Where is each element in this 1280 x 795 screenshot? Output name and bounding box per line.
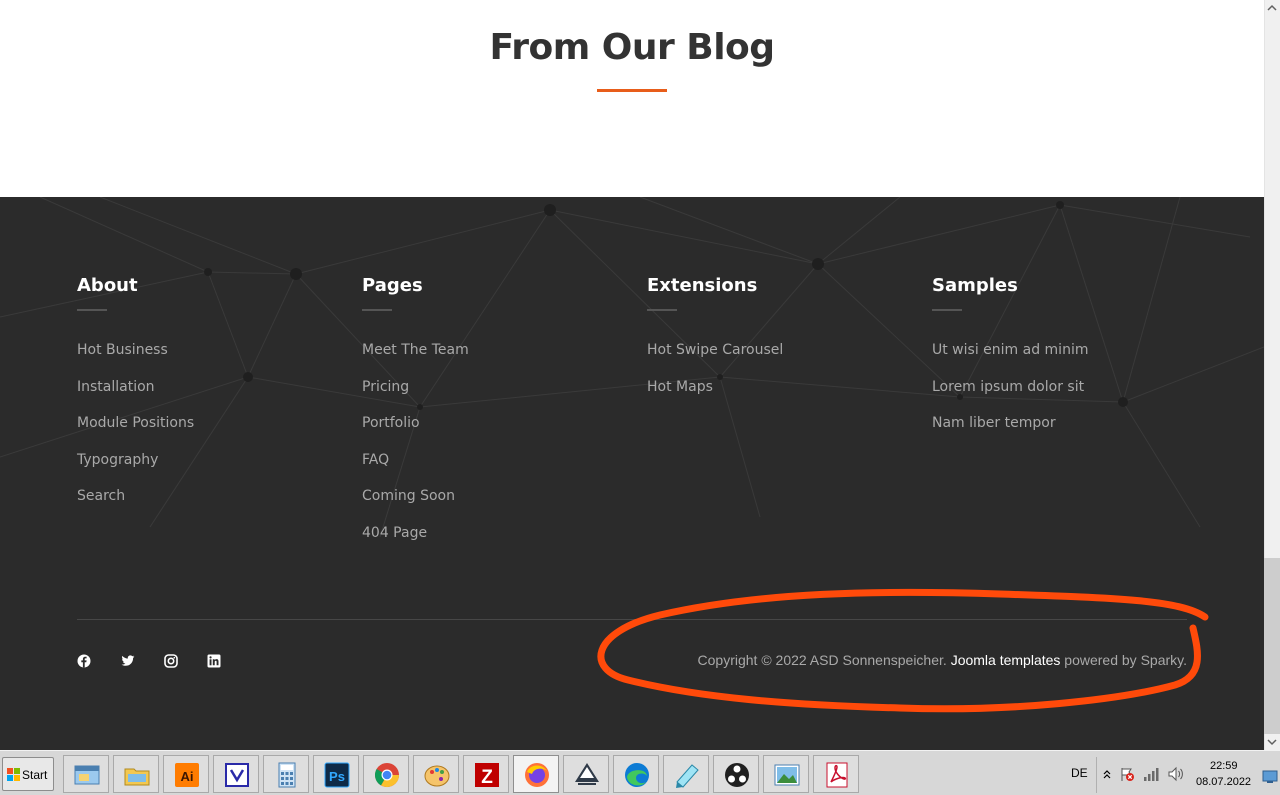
windows-logo-icon	[7, 768, 20, 781]
copyright-text: Copyright © 2022 ASD Sonnenspeicher. Joo…	[698, 652, 1187, 668]
column-title-bar	[77, 309, 107, 311]
site-footer: About Hot Business Installation Module P…	[0, 197, 1264, 750]
footer-column-samples: Samples Ut wisi enim ad minim Lorem ipsu…	[932, 275, 1192, 451]
clock-date[interactable]: 08.07.2022	[1196, 776, 1251, 788]
svg-text:Z: Z	[481, 767, 493, 788]
blog-title-underline	[597, 89, 667, 92]
photos-icon[interactable]	[763, 755, 809, 793]
obs-icon[interactable]	[713, 755, 759, 793]
footer-link-list: Hot Business Installation Module Positio…	[77, 341, 337, 524]
filezilla-icon[interactable]: Z	[463, 755, 509, 793]
svg-text:Ps: Ps	[329, 769, 345, 784]
footer-column-pages: Pages Meet The Team Pricing Portfolio FA…	[362, 275, 622, 560]
footer-link-ut-wisi[interactable]: Ut wisi enim ad minim	[932, 341, 1192, 378]
illustrator-icon[interactable]: Ai	[163, 755, 209, 793]
action-center-flag-icon[interactable]	[1119, 766, 1135, 782]
footer-link-nam-liber[interactable]: Nam liber tempor	[932, 414, 1192, 451]
footer-column-title: Extensions	[647, 275, 758, 296]
instagram-icon[interactable]	[164, 653, 178, 668]
chrome-icon[interactable]	[363, 755, 409, 793]
footer-link-search[interactable]: Search	[77, 487, 337, 524]
footer-link-list: Hot Swipe Carousel Hot Maps	[647, 341, 907, 414]
footer-link-lorem-ipsum[interactable]: Lorem ipsum dolor sit	[932, 378, 1192, 415]
show-desktop-icon[interactable]	[1262, 770, 1278, 784]
joomla-templates-link[interactable]: Joomla templates	[951, 652, 1061, 668]
footer-link-typography[interactable]: Typography	[77, 451, 337, 488]
linkedin-icon[interactable]	[207, 653, 221, 668]
copyright-prefix: Copyright © 2022 ASD Sonnenspeicher.	[697, 652, 947, 668]
column-title-bar	[362, 309, 392, 311]
browser-viewport: From Our Blog About Hot Business Install…	[0, 0, 1264, 750]
system-tray	[1096, 757, 1280, 793]
svg-text:Ai: Ai	[181, 769, 194, 784]
footer-link-list: Meet The Team Pricing Portfolio FAQ Comi…	[362, 341, 622, 560]
visual-studio-icon[interactable]	[213, 755, 259, 793]
column-title-bar	[932, 309, 962, 311]
footer-link-list: Ut wisi enim ad minim Lorem ipsum dolor …	[932, 341, 1192, 451]
footer-link-meet-the-team[interactable]: Meet The Team	[362, 341, 622, 378]
blog-title: From Our Blog	[489, 27, 775, 68]
footer-column-about: About Hot Business Installation Module P…	[77, 275, 337, 524]
photoshop-icon[interactable]: Ps	[313, 755, 359, 793]
start-button[interactable]: Start	[2, 757, 54, 791]
footer-link-installation[interactable]: Installation	[77, 378, 337, 415]
scroll-up-arrow-icon[interactable]	[1264, 0, 1280, 16]
edge-icon[interactable]	[613, 755, 659, 793]
copyright-suffix: powered by Sparky.	[1064, 652, 1187, 668]
footer-link-faq[interactable]: FAQ	[362, 451, 622, 488]
start-label: Start	[22, 768, 48, 782]
firefox-icon[interactable]	[513, 755, 559, 793]
footer-link-module-positions[interactable]: Module Positions	[77, 414, 337, 451]
blog-section: From Our Blog	[0, 0, 1264, 197]
inkscape-icon[interactable]	[563, 755, 609, 793]
notepad-icon[interactable]	[663, 755, 709, 793]
show-hidden-icons-icon[interactable]	[1102, 768, 1112, 780]
clock-time[interactable]: 22:59	[1210, 760, 1238, 772]
scroll-down-arrow-icon[interactable]	[1264, 734, 1280, 750]
footer-link-404-page[interactable]: 404 Page	[362, 524, 622, 561]
footer-link-hot-swipe-carousel[interactable]: Hot Swipe Carousel	[647, 341, 907, 378]
twitter-icon[interactable]	[121, 653, 135, 667]
footer-link-hot-maps[interactable]: Hot Maps	[647, 378, 907, 415]
windows-explorer-icon[interactable]	[63, 755, 109, 793]
footer-link-coming-soon[interactable]: Coming Soon	[362, 487, 622, 524]
footer-column-title: Samples	[932, 275, 1018, 296]
footer-link-portfolio[interactable]: Portfolio	[362, 414, 622, 451]
column-title-bar	[647, 309, 677, 311]
speaker-volume-icon[interactable]	[1167, 766, 1185, 782]
footer-column-title: About	[77, 275, 138, 296]
facebook-icon[interactable]	[77, 653, 91, 668]
footer-column-extensions: Extensions Hot Swipe Carousel Hot Maps	[647, 275, 907, 414]
file-manager-icon[interactable]	[113, 755, 159, 793]
footer-column-title: Pages	[362, 275, 423, 296]
input-language-indicator[interactable]: DE	[1071, 766, 1088, 780]
network-signal-icon[interactable]	[1143, 766, 1161, 782]
footer-divider	[77, 619, 1187, 620]
calculator-icon[interactable]	[263, 755, 309, 793]
acrobat-icon[interactable]	[813, 755, 859, 793]
footer-link-pricing[interactable]: Pricing	[362, 378, 622, 415]
paint-icon[interactable]	[413, 755, 459, 793]
scrollbar-thumb[interactable]	[1264, 558, 1280, 734]
windows-taskbar: Start Ai Ps Z DE 22:59 08.07.2022	[0, 750, 1280, 795]
footer-link-hot-business[interactable]: Hot Business	[77, 341, 337, 378]
